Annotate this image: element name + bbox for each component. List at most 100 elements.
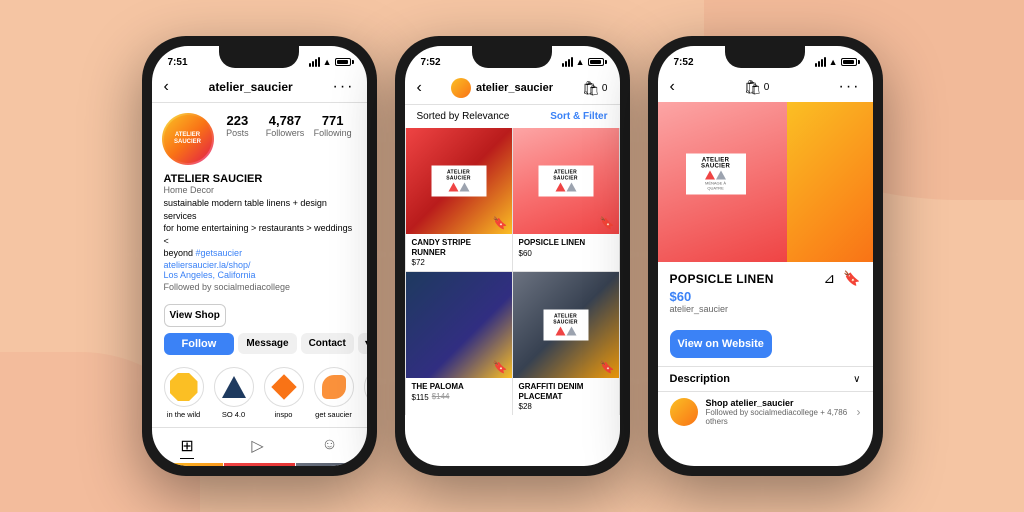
detail-sub-label: MÉNAGE ÀQUATRE xyxy=(691,181,741,191)
signal-bar xyxy=(309,63,311,67)
detail-more-button[interactable]: ··· xyxy=(839,78,861,96)
seller-name: Shop atelier_saucier xyxy=(706,398,849,408)
product-image-candy: ATELIERSAUCIER 🔖 xyxy=(406,128,512,234)
stat-posts[interactable]: 223 Posts xyxy=(214,113,262,138)
status-time-3: 7:52 xyxy=(674,57,694,68)
view-website-button[interactable]: View on Website xyxy=(670,330,772,358)
sort-filter-button[interactable]: Sort & Filter xyxy=(550,111,607,122)
phone-detail: 7:52 ▲ ‹ 🛍 xyxy=(648,36,883,476)
grid-tab-posts[interactable]: ⊞ xyxy=(180,436,193,459)
grid-tab-reels[interactable]: ▷ xyxy=(251,436,263,459)
product-label-overlay-4: ATELIERSAUCIER xyxy=(543,310,588,341)
bookmark-icon-1[interactable]: 🔖 xyxy=(493,216,508,230)
highlight-label: inspo xyxy=(275,410,293,419)
stat-followers[interactable]: 4,787 Followers xyxy=(261,113,309,138)
highlight-get-saucier[interactable]: get saucier xyxy=(314,367,354,419)
profile-header: ‹ atelier_saucier ··· xyxy=(152,74,367,103)
battery-fill-3 xyxy=(843,60,854,64)
follow-button[interactable]: Follow xyxy=(164,333,235,355)
signal-bars-2 xyxy=(562,57,573,67)
cart-icon-wrap[interactable]: 🛍 0 xyxy=(582,80,607,97)
signal-bar xyxy=(568,59,570,67)
stat-following[interactable]: 771 Following xyxy=(309,113,357,138)
grid-tab-tagged[interactable]: ☺ xyxy=(321,436,337,459)
signal-bar xyxy=(565,61,567,67)
followers-label: Followers xyxy=(261,128,309,138)
signal-bar xyxy=(818,61,820,67)
seller-followed: Followed by socialmediacollege + 4,786 o… xyxy=(706,408,849,426)
product-card-1[interactable]: ATELIERSAUCIER 🔖 CANDY STRIPE RUNNER $72 xyxy=(406,128,512,271)
product-name-1: CANDY STRIPE RUNNER xyxy=(412,238,506,257)
cart-count: 0 xyxy=(602,83,608,94)
logo-tri-gray-4 xyxy=(566,327,576,336)
highlight-circle xyxy=(214,367,254,407)
seller-info: Shop atelier_saucier Followed by socialm… xyxy=(706,398,849,426)
detail-price: $60 xyxy=(670,289,861,304)
message-button[interactable]: Message xyxy=(238,333,296,354)
highlight-in-the-wild[interactable]: in the wild xyxy=(164,367,204,419)
highlight-label: SO 4.0 xyxy=(222,410,245,419)
detail-cart-wrap[interactable]: 🛍 0 xyxy=(744,79,769,96)
detail-img-left: ATELIERSAUCIER MÉNAGE ÀQUATRE xyxy=(658,102,787,262)
bookmark-icon-3[interactable]: 🔖 xyxy=(493,360,508,374)
shop-back-button[interactable]: ‹ xyxy=(417,79,422,97)
shop-username: atelier_saucier xyxy=(476,82,553,94)
dropdown-button[interactable]: ▾ xyxy=(358,333,367,354)
detail-back-button[interactable]: ‹ xyxy=(670,78,675,96)
product-card-3[interactable]: 🔖 THE PALOMA $115 $144 xyxy=(406,272,512,415)
phone-notch-2 xyxy=(472,46,552,68)
cart-icon: 🛍 xyxy=(582,80,600,97)
profile-link[interactable]: ateliersaucier.la/shop/ xyxy=(164,260,355,270)
detail-logo-gray xyxy=(716,171,726,180)
seller-row[interactable]: Shop atelier_saucier Followed by socialm… xyxy=(658,391,873,432)
phone-profile-screen: 7:51 ▲ ‹ atelier_saucier xyxy=(152,46,367,466)
logo-triangle-gray-2 xyxy=(566,183,576,192)
seller-avatar xyxy=(670,398,698,426)
highlight-inspo[interactable]: inspo xyxy=(264,367,304,419)
product-price-old-3: $144 xyxy=(432,392,450,401)
detail-header: ‹ 🛍 0 ··· xyxy=(658,74,873,102)
signal-bar xyxy=(815,63,817,67)
bookmark-detail-icon[interactable]: 🔖 xyxy=(843,270,860,287)
product-name-2: POPSICLE LINEN xyxy=(519,238,613,248)
description-row[interactable]: Description ∨ xyxy=(658,366,873,391)
signal-bar xyxy=(571,57,573,67)
logo-triangle-red xyxy=(448,183,458,192)
signal-bar xyxy=(824,57,826,67)
bookmark-icon-4[interactable]: 🔖 xyxy=(600,360,615,374)
profile-location[interactable]: Los Angeles, California xyxy=(164,270,355,280)
highlights-row: in the wild SO 4.0 inspo xyxy=(152,363,367,427)
signal-bar xyxy=(821,59,823,67)
detail-product-label: ATELIERSAUCIER MÉNAGE ÀQUATRE xyxy=(686,154,746,195)
grid-cell-3[interactable] xyxy=(296,463,367,466)
wifi-icon: ▲ xyxy=(323,57,332,67)
profile-category: Home Decor xyxy=(164,185,355,195)
product-card-2[interactable]: ATELIERSAUCIER 🔖 POPSICLE LINEN $60 xyxy=(513,128,619,271)
detail-main-image: ATELIERSAUCIER MÉNAGE ÀQUATRE xyxy=(658,102,873,262)
highlight-dinner[interactable]: dinner xyxy=(364,367,367,419)
logo-tri-4 xyxy=(555,327,565,336)
bookmark-icon-2[interactable]: 🔖 xyxy=(600,216,615,230)
shop-avatar xyxy=(451,78,471,98)
phone-detail-screen: 7:52 ▲ ‹ 🛍 xyxy=(658,46,873,466)
contact-button[interactable]: Contact xyxy=(301,333,354,354)
product-label-3: THE PALOMA $115 $144 xyxy=(406,378,512,406)
price-row-3: $115 $144 xyxy=(412,392,506,402)
highlight-shape-blob xyxy=(322,375,346,399)
highlight-shape-yellow xyxy=(170,373,198,401)
filter-icon[interactable]: ⊿ xyxy=(823,270,835,287)
signal-bar xyxy=(318,57,320,67)
product-card-4[interactable]: ATELIERSAUCIER 🔖 GRAFFITI DENIM PLACEMAT… xyxy=(513,272,619,415)
grid-cell-1[interactable] xyxy=(152,463,223,466)
view-shop-button[interactable]: View Shop xyxy=(164,304,226,327)
detail-product-name: POPSICLE LINEN xyxy=(670,272,774,286)
highlight-circle xyxy=(314,367,354,407)
detail-img-right xyxy=(787,102,873,262)
posts-label: Posts xyxy=(214,128,262,138)
hashtag-link[interactable]: #getsaucier xyxy=(196,248,243,258)
highlight-so40[interactable]: SO 4.0 xyxy=(214,367,254,419)
phone-shop-screen: 7:52 ▲ ‹ xyxy=(405,46,620,466)
back-button[interactable]: ‹ xyxy=(164,78,169,96)
more-options-button[interactable]: ··· xyxy=(333,78,355,96)
grid-cell-2[interactable] xyxy=(224,463,295,466)
